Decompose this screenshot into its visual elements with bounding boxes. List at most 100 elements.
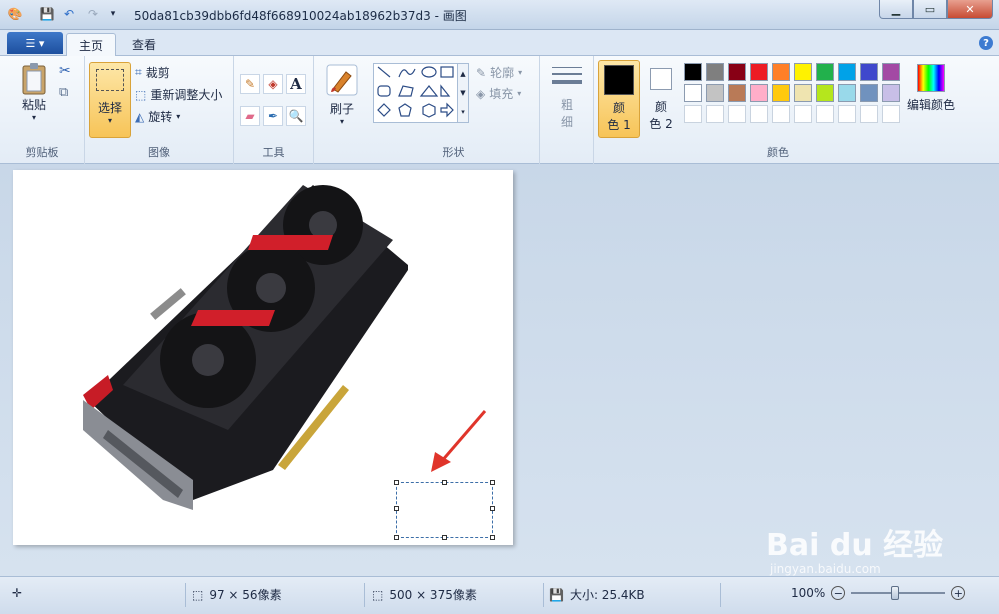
resize-handle[interactable] (442, 535, 447, 540)
maximize-button[interactable]: ▭ (913, 0, 947, 19)
palette-swatch[interactable] (728, 84, 746, 102)
palette-swatch[interactable] (882, 105, 900, 123)
copy-icon[interactable]: ⧉ (59, 85, 68, 100)
palette-swatch[interactable] (860, 63, 878, 81)
status-divider (543, 583, 544, 607)
resize-handle[interactable] (490, 480, 495, 485)
palette-swatch[interactable] (816, 63, 834, 81)
resize-button[interactable]: ⬚ 重新调整大小 (135, 86, 222, 103)
resize-handle[interactable] (394, 535, 399, 540)
colors-group-label: 颜色 (767, 146, 789, 159)
save-icon[interactable]: 💾 (38, 5, 56, 23)
palette-swatch[interactable] (860, 105, 878, 123)
palette-swatch[interactable] (684, 105, 702, 123)
expand-gallery-icon[interactable]: ▾ (461, 108, 465, 116)
disk-icon: 💾 (549, 587, 564, 602)
shapes-scrollbar[interactable]: ▲ ▼ ▾ (457, 63, 469, 123)
size-button[interactable]: 粗 细 (548, 64, 586, 130)
palette-swatch[interactable] (772, 105, 790, 123)
fill-icon: ◈ (476, 86, 486, 101)
palette-swatch[interactable] (838, 63, 856, 81)
palette-swatch[interactable] (772, 84, 790, 102)
fill-bucket-icon[interactable]: ◈ (263, 74, 283, 94)
file-size-cell: 💾 大小: 25.4KB (549, 586, 645, 603)
help-icon[interactable]: ? (979, 36, 993, 50)
palette-swatch[interactable] (772, 63, 790, 81)
palette-swatch[interactable] (882, 84, 900, 102)
crop-button[interactable]: ⌗ 裁剪 (135, 64, 170, 81)
palette-swatch[interactable] (728, 63, 746, 81)
pencil-icon[interactable]: ✎ (240, 74, 260, 94)
undo-icon[interactable]: ↶ (60, 5, 78, 23)
rotate-button[interactable]: ◭ 旋转 ▾ (135, 108, 180, 125)
zoom-slider[interactable] (851, 586, 946, 600)
color1-button[interactable]: 颜 色 1 (598, 60, 640, 138)
palette-swatch[interactable] (706, 105, 724, 123)
palette-swatch[interactable] (706, 84, 724, 102)
zoom-out-icon[interactable]: − (831, 586, 846, 600)
edit-colors-button[interactable]: 编辑颜色 (904, 64, 958, 113)
resize-handle[interactable] (490, 506, 495, 511)
rotate-icon: ◭ (135, 109, 145, 124)
fill-button[interactable]: ◈ 填充 ▾ (476, 85, 521, 102)
paste-button[interactable]: 粘贴 ▾ (14, 62, 54, 122)
size-group: 粗 细 (540, 56, 594, 164)
palette-swatch[interactable] (750, 84, 768, 102)
palette-swatch[interactable] (794, 84, 812, 102)
status-divider (720, 583, 721, 607)
magnifier-icon[interactable]: 🔍 (286, 106, 306, 126)
resize-handle[interactable] (394, 480, 399, 485)
paste-label: 粘贴 (21, 98, 46, 112)
customize-toolbar-icon[interactable]: ▾ (104, 5, 122, 23)
tab-view[interactable]: 查看 (120, 33, 168, 56)
resize-handle[interactable] (442, 480, 447, 485)
workspace[interactable] (0, 164, 999, 576)
paint-app-icon[interactable]: 🎨 (6, 5, 24, 23)
tab-home[interactable]: 主页 (66, 33, 117, 57)
zoom-slider-thumb[interactable] (891, 586, 900, 600)
palette-swatch[interactable] (816, 105, 834, 123)
color-picker-icon[interactable]: ✒ (263, 106, 283, 126)
palette-swatch[interactable] (838, 84, 856, 102)
cut-icon[interactable]: ✂ (59, 63, 71, 79)
drawing-canvas[interactable] (13, 170, 513, 545)
palette-swatch[interactable] (684, 63, 702, 81)
resize-handle[interactable] (490, 535, 495, 540)
zoom-in-icon[interactable]: + (951, 586, 966, 600)
clipboard-icon (22, 63, 46, 95)
palette-swatch[interactable] (794, 63, 812, 81)
app-menu-button[interactable]: ☰ ▾ (7, 32, 63, 54)
shapes-gallery[interactable] (373, 63, 469, 123)
select-button[interactable]: 选择 ▾ (89, 62, 131, 138)
scroll-down-icon[interactable]: ▼ (460, 89, 465, 97)
zoom-level: 100% (791, 586, 826, 600)
crop-label: 裁剪 (145, 66, 170, 80)
eraser-icon[interactable]: ▰ (240, 106, 260, 126)
palette-swatch[interactable] (750, 63, 768, 81)
color2-button[interactable]: 颜 色 2 (644, 60, 678, 132)
selection-rectangle[interactable] (394, 480, 495, 540)
select-icon (96, 69, 124, 91)
palette-swatch[interactable] (816, 84, 834, 102)
outline-button[interactable]: ✎ 轮廓 ▾ (476, 64, 522, 81)
cursor-position: ✛ (12, 586, 22, 600)
palette-swatch[interactable] (882, 63, 900, 81)
brushes-button[interactable]: 刷子 ▾ (322, 64, 362, 126)
palette-swatch[interactable] (684, 84, 702, 102)
palette-swatch[interactable] (794, 105, 812, 123)
clipboard-group-label: 剪贴板 (25, 146, 59, 159)
text-tool-icon[interactable]: A (286, 74, 306, 94)
palette-swatch[interactable] (838, 105, 856, 123)
select-label: 选择 (97, 101, 122, 115)
edit-colors-label: 编辑颜色 (906, 98, 955, 112)
minimize-button[interactable]: ▁ (879, 0, 913, 19)
palette-swatch[interactable] (750, 105, 768, 123)
redo-icon[interactable]: ↷ (84, 5, 102, 23)
palette-swatch[interactable] (728, 105, 746, 123)
resize-handle[interactable] (394, 506, 399, 511)
close-button[interactable]: ✕ (947, 0, 993, 19)
palette-swatch[interactable] (706, 63, 724, 81)
paste-dropdown-icon[interactable]: ▾ (32, 113, 36, 122)
palette-swatch[interactable] (860, 84, 878, 102)
scroll-up-icon[interactable]: ▲ (460, 70, 465, 78)
